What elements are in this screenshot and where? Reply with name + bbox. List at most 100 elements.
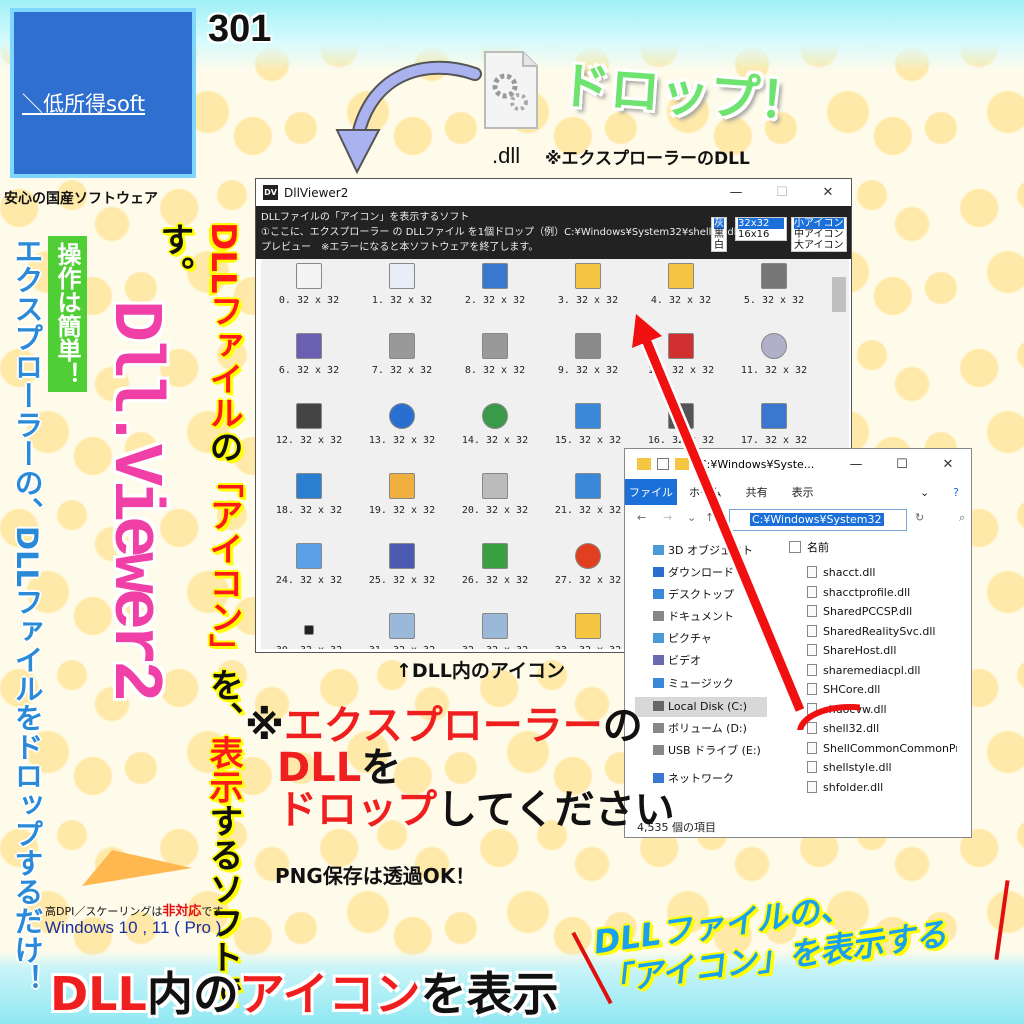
icon-caption: 31. 32 x 32 (356, 645, 448, 649)
recycle-bin-icon (389, 613, 415, 639)
icon-cell[interactable]: 20. 32 x 32 (449, 473, 541, 533)
msg-g: してください (437, 787, 675, 833)
icon-cell[interactable]: 19. 32 x 32 (356, 473, 448, 533)
drive-icon (482, 333, 508, 359)
bt-c: アイコン (238, 967, 421, 1021)
app-icon: DV (263, 185, 278, 200)
folder-settings-icon (575, 613, 601, 639)
bt-d: を表示 (420, 967, 559, 1021)
recent-icon (482, 473, 508, 499)
icon-size-option[interactable]: 小アイコン (794, 218, 844, 229)
recycle-bin-icon (482, 613, 508, 639)
icon-cell[interactable]: 14. 32 x 32 (449, 403, 541, 463)
bg-option[interactable]: 白 (714, 240, 724, 251)
icon-cell[interactable]: 24. 32 x 32 (263, 543, 355, 603)
icon-cell[interactable]: 25. 32 x 32 (356, 543, 448, 603)
icon-caption: 20. 32 x 32 (461, 505, 529, 516)
file-name: shfolder.dll (823, 780, 884, 794)
icon-caption: 0. 32 x 32 (278, 295, 340, 306)
dll-note: ※エクスプローラーのDLL (545, 149, 750, 169)
msg-b: エクスプローラー (283, 703, 603, 749)
vertical-green-badge: 操作は簡単！ (48, 236, 87, 392)
icon-caption: 7. 32 x 32 (371, 365, 433, 376)
close-button[interactable]: ✕ (805, 185, 851, 200)
file-row[interactable]: shellstyle.dll (807, 758, 892, 778)
icon-caption: 25. 32 x 32 (368, 575, 436, 586)
screen-icon (296, 543, 322, 569)
dpi-pre: 高DPI／スケーリングは (45, 905, 163, 918)
msg-e: を (361, 745, 402, 791)
icon-cell[interactable]: 6. 32 x 32 (263, 333, 355, 393)
vt-part-d: を、 (203, 667, 243, 736)
help-icon[interactable]: ? (941, 479, 971, 505)
msg-d: DLL (277, 745, 362, 791)
icon-size-selector[interactable]: 小アイコン 中アイコン 大アイコン (791, 217, 847, 252)
curved-arrow-icon (335, 60, 482, 175)
dll-label: .dll (492, 143, 521, 168)
icon-cell[interactable]: 1. 32 x 32 (356, 263, 448, 323)
icon-cell[interactable]: 30. 32 x 32 (263, 613, 355, 649)
settings-icon (575, 473, 601, 499)
maximize-button[interactable]: ☐ (759, 185, 805, 200)
bg-option[interactable]: 黒 (714, 229, 724, 240)
window-icon (482, 263, 508, 289)
icon-caption: 30. 32 x 32 (263, 645, 355, 649)
icon-cell[interactable]: 2. 32 x 32 (449, 263, 541, 323)
icon-caption: 6. 32 x 32 (278, 365, 340, 376)
icon-size-option[interactable]: 中アイコン (794, 229, 844, 240)
maximize-button[interactable]: ☐ (879, 457, 925, 472)
chevron-down-icon[interactable]: ⌄ (908, 479, 941, 505)
programs-icon (389, 473, 415, 499)
search-icon[interactable]: ⌕ (959, 511, 965, 525)
icon-cell[interactable]: 26. 32 x 32 (449, 543, 541, 603)
bg-option[interactable]: 灰 (714, 218, 724, 229)
file-row[interactable]: ShellCommonCommonProx (807, 739, 957, 759)
icon-cell[interactable]: 13. 32 x 32 (356, 403, 448, 463)
bg-color-selector[interactable]: 灰 黒 白 (711, 217, 727, 252)
red-arrow-icon (632, 314, 860, 730)
size-option[interactable]: 16x16 (738, 229, 784, 240)
icon-cell[interactable]: 18. 32 x 32 (263, 473, 355, 533)
icon-cell[interactable]: 0. 32 x 32 (263, 263, 355, 323)
icon-caption: 2. 32 x 32 (464, 295, 526, 306)
document-icon (389, 263, 415, 289)
bt-a: DLL (50, 967, 147, 1021)
brand-logo: ＼低所得soft (10, 8, 196, 194)
icon-cell[interactable]: 31. 32 x 32 (356, 613, 448, 649)
file-row[interactable]: shfolder.dll (807, 778, 883, 798)
globe-icon (389, 403, 415, 429)
drive-icon (389, 333, 415, 359)
icon-cell[interactable]: 7. 32 x 32 (356, 333, 448, 393)
mouse-globe-icon (482, 403, 508, 429)
bottom-title: DLL内のアイコンを表示 (50, 958, 559, 1024)
folder-icon (575, 263, 601, 289)
msg-f: ドロップ (277, 787, 437, 833)
size-option[interactable]: 32x32 (738, 218, 784, 229)
vertical-blue-text: エクスプローラーの、DLLファイルをドロップするだけ！ (10, 236, 44, 994)
icon-cell[interactable]: 12. 32 x 32 (263, 403, 355, 463)
icon-caption: 32. 32 x 32 (449, 645, 541, 649)
icon-caption: 12. 32 x 32 (275, 435, 343, 446)
icon-cell[interactable]: 32. 32 x 32 (449, 613, 541, 649)
windows-note: Windows 10 , 11 ( Pro ) (45, 918, 222, 937)
icon-cell[interactable]: 8. 32 x 32 (449, 333, 541, 393)
vt-part-b: の (203, 429, 243, 464)
close-button[interactable]: ✕ (925, 457, 971, 472)
icon-size-option[interactable]: 大アイコン (794, 240, 844, 251)
minimize-button[interactable]: — (713, 185, 759, 200)
dpi-post: です (201, 905, 224, 918)
small-icon (304, 625, 314, 635)
icon-caption: 19. 32 x 32 (368, 505, 436, 516)
size-selector[interactable]: 32x32 16x16 (735, 217, 787, 241)
refresh-icon[interactable]: ↻ (915, 511, 924, 524)
icon-caption: 14. 32 x 32 (461, 435, 529, 446)
network-drive-icon (575, 333, 601, 359)
eject-icon (482, 543, 508, 569)
dll-file-icon (807, 761, 817, 773)
dll-file-icon (807, 741, 817, 754)
window-titlebar[interactable]: DV DllViewer2 — ☐ ✕ (256, 179, 851, 206)
icon-caption: 13. 32 x 32 (368, 435, 436, 446)
icon-caption: 1. 32 x 32 (371, 295, 433, 306)
pointer-shape-icon (82, 850, 192, 886)
icon-caption: 8. 32 x 32 (464, 365, 526, 376)
